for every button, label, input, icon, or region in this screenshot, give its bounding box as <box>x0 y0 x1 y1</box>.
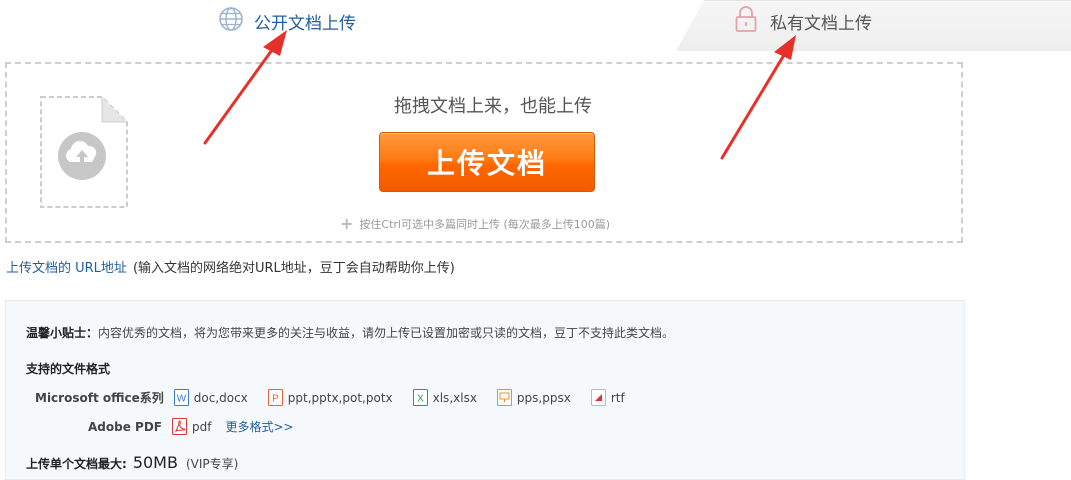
url-upload-description: (输入文档的网络绝对URL地址，豆丁会自动帮助你上传) <box>132 261 455 276</box>
tip-text: 内容优秀的文档，将为您带来更多的关注与收益，请勿上传已设置加密或只读的文档，豆丁… <box>98 326 675 340</box>
drop-zone-hint: + 按住Ctrl可选中多篇同时上传 (每次最多上传100篇) <box>340 216 610 232</box>
format-rtf: rtf <box>590 389 625 406</box>
format-pps: pps,ppsx <box>496 389 571 406</box>
format-doc: W doc,docx <box>173 389 248 406</box>
format-ppt: P ppt,pptx,pot,potx <box>267 389 393 406</box>
max-size-line: 上传单个文档最大: 50MB (VIP专享) <box>26 453 238 472</box>
tab-private-label: 私有文档上传 <box>770 13 872 34</box>
slideshow-icon <box>496 389 512 406</box>
max-size-note: (VIP专享) <box>185 457 239 471</box>
svg-text:X: X <box>417 394 424 405</box>
powerpoint-icon: P <box>267 389 283 406</box>
drop-zone-title: 拖拽文档上来，也能上传 <box>394 96 592 117</box>
lock-icon <box>734 5 758 37</box>
file-drop-zone[interactable]: 拖拽文档上来，也能上传 上传文档 + 按住Ctrl可选中多篇同时上传 (每次最多… <box>5 62 963 243</box>
tip-label: 温馨小贴士： <box>26 326 99 340</box>
word-icon: W <box>173 389 189 406</box>
max-size-label: 上传单个文档最大: <box>26 457 127 471</box>
format-doc-label: doc,docx <box>193 390 248 405</box>
url-upload-line: 上传文档的 URL地址 (输入文档的网络绝对URL地址，豆丁会自动帮助你上传) <box>6 257 455 276</box>
tab-public-upload[interactable]: 公开文档上传 <box>218 6 356 36</box>
tips-panel: 温馨小贴士：内容优秀的文档，将为您带来更多的关注与收益，请勿上传已设置加密或只读… <box>5 300 965 480</box>
format-xls: X xls,xlsx <box>412 389 477 406</box>
format-rtf-label: rtf <box>610 390 625 405</box>
format-pdf-label: pdf <box>191 419 212 434</box>
office-formats-row: Microsoft office系列 W doc,docx P ppt,pptx… <box>35 389 645 406</box>
globe-icon <box>218 6 244 36</box>
office-group-label: Microsoft office系列 <box>35 391 164 405</box>
max-size-value: 50MB <box>132 453 178 472</box>
tab-private-upload[interactable]: 私有文档上传 <box>734 6 872 36</box>
tab-public-label: 公开文档上传 <box>254 13 356 34</box>
more-formats-link[interactable]: 更多格式>> <box>225 418 293 435</box>
pdf-formats-row: Adobe PDF pdf 更多格式>> <box>88 418 294 435</box>
format-xls-label: xls,xlsx <box>432 390 477 405</box>
format-pdf: pdf <box>171 418 212 435</box>
drop-hint-text: 按住Ctrl可选中多篇同时上传 (每次最多上传100篇) <box>359 218 611 231</box>
format-pps-label: pps,ppsx <box>516 390 571 405</box>
svg-text:P: P <box>272 394 279 405</box>
rtf-icon <box>590 389 606 406</box>
pdf-icon <box>171 418 187 435</box>
tip-line: 温馨小贴士：内容优秀的文档，将为您带来更多的关注与收益，请勿上传已设置加密或只读… <box>26 324 674 341</box>
plus-icon: + <box>340 214 354 233</box>
format-ppt-label: ppt,pptx,pot,potx <box>287 390 393 405</box>
formats-title: 支持的文件格式 <box>26 362 111 376</box>
upload-document-button[interactable]: 上传文档 <box>379 132 595 192</box>
svg-text:W: W <box>177 394 187 405</box>
excel-icon: X <box>412 389 428 406</box>
url-upload-link[interactable]: 上传文档的 URL地址 <box>6 261 127 276</box>
pdf-group-label: Adobe PDF <box>88 419 162 434</box>
